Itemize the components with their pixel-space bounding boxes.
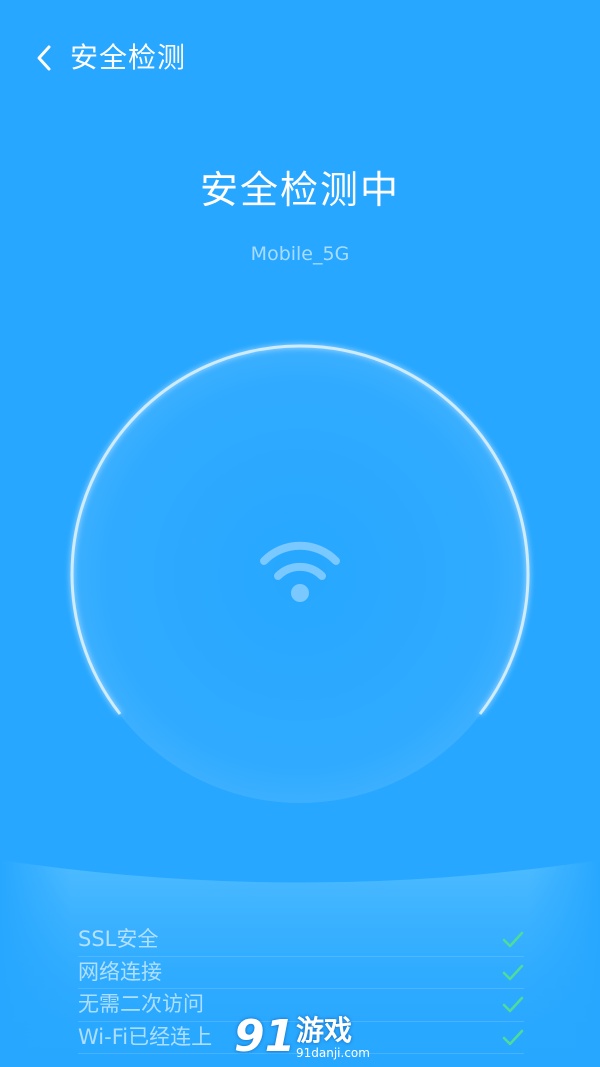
page-title: 安全检测: [70, 41, 187, 74]
check-item-ssl: SSL安全: [78, 924, 524, 957]
scan-status-title: 安全检测中: [199, 168, 400, 212]
back-button[interactable]: [22, 36, 66, 80]
check-label: 网络连接: [78, 959, 162, 984]
top-bar: 安全检测: [0, 0, 600, 112]
check-icon: [502, 931, 524, 948]
network-name: Mobile_5G: [250, 243, 350, 265]
check-icon: [502, 1029, 524, 1045]
check-icon: [502, 964, 524, 980]
check-label: Wi-Fi已经连上: [78, 1024, 213, 1049]
check-label: 无需二次访问: [78, 992, 204, 1016]
check-item-network: 网络连接: [78, 957, 524, 989]
watermark-text: 游戏: [296, 1014, 353, 1047]
check-label: SSL安全: [78, 927, 159, 951]
watermark-url: 91danji.com: [296, 1046, 370, 1060]
check-icon: [502, 996, 524, 1013]
watermark-number: 91: [234, 1011, 296, 1062]
site-watermark-logo: 91 游戏 91danji.com: [234, 1012, 374, 1064]
chevron-left-icon: [37, 45, 51, 71]
wifi-icon: [260, 541, 340, 602]
